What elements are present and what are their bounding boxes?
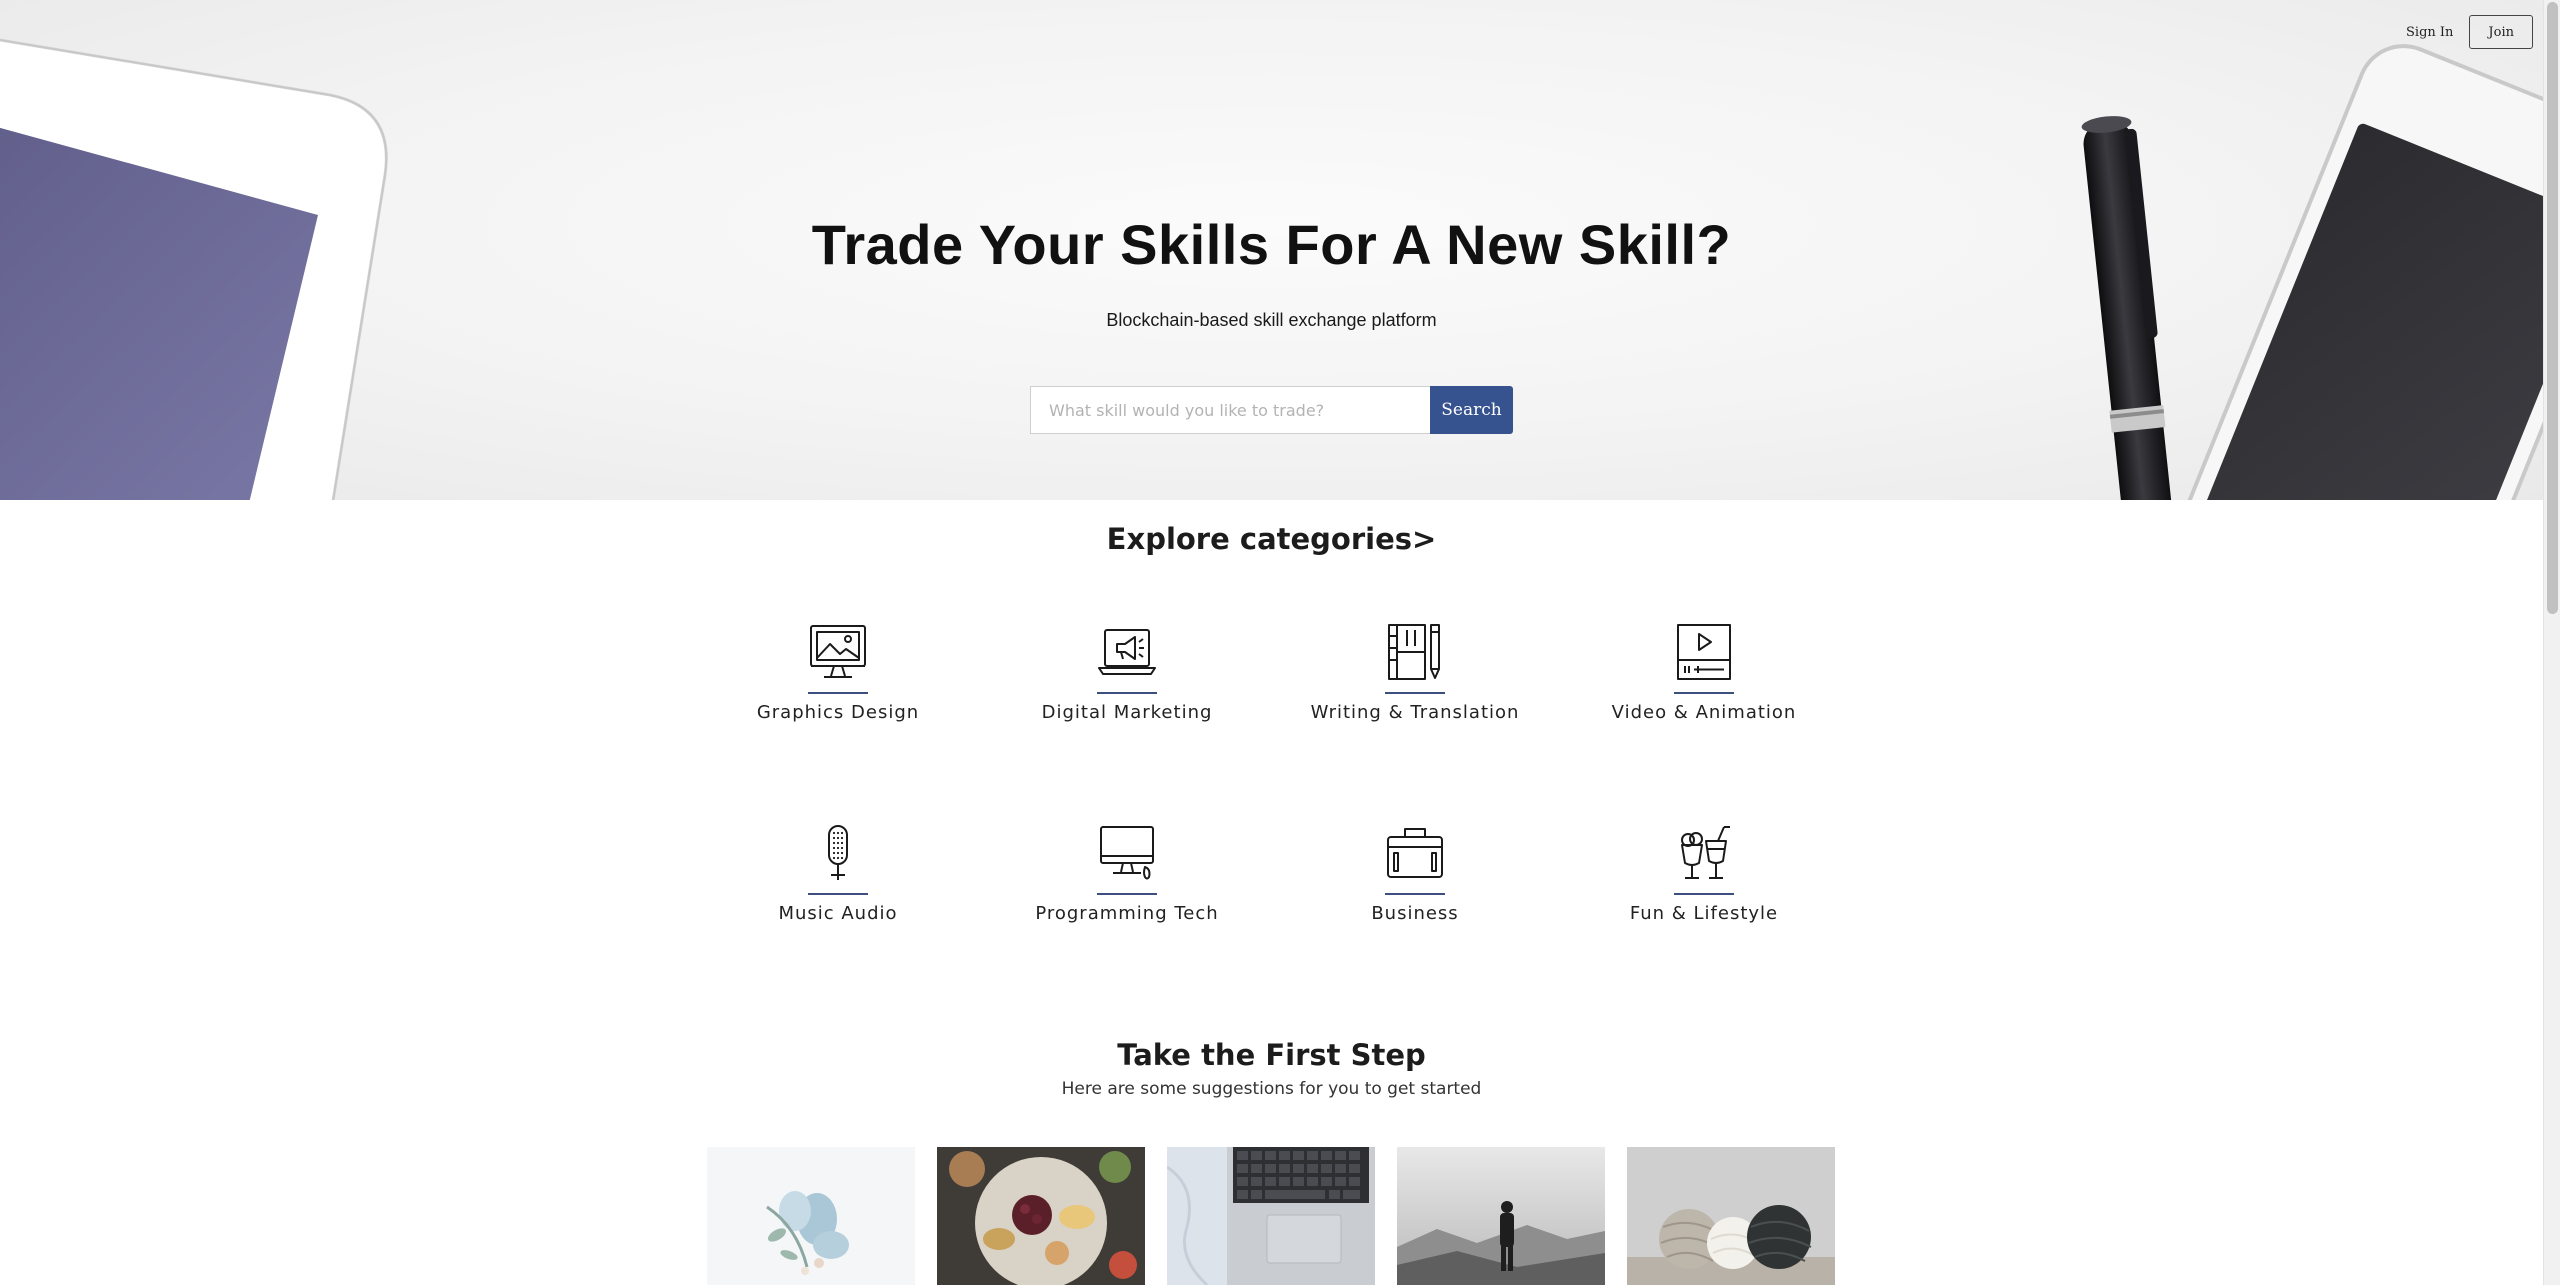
category-underline: [1674, 692, 1734, 694]
explore-categories-title[interactable]: Explore categories>: [0, 522, 2543, 556]
skill-search-input[interactable]: [1030, 386, 1430, 434]
video-player-icon: [1677, 624, 1731, 680]
drinks-icon: [1681, 826, 1730, 879]
category-writing-translation[interactable]: Writing & Translation: [1271, 622, 1559, 723]
food-platter-photo: [937, 1147, 1145, 1285]
category-underline: [808, 893, 868, 895]
category-business[interactable]: Business: [1271, 823, 1559, 924]
search-button[interactable]: Search: [1430, 386, 1513, 434]
briefcase-icon: [1387, 828, 1443, 878]
monitor-image-icon: [810, 625, 866, 678]
suggestion-card-flowers[interactable]: [707, 1147, 915, 1285]
category-fun-lifestyle[interactable]: Fun & Lifestyle: [1560, 823, 1848, 924]
category-music-audio[interactable]: Music Audio: [694, 823, 982, 924]
category-label: Music Audio: [778, 903, 898, 924]
sign-in-link[interactable]: Sign In: [2406, 25, 2453, 40]
join-button[interactable]: Join: [2469, 15, 2533, 49]
category-graphics-design[interactable]: Graphics Design: [694, 622, 982, 723]
category-label: Graphics Design: [756, 702, 920, 723]
first-step-subtitle: Here are some suggestions for you to get…: [1061, 1079, 1482, 1099]
suggestion-card-mountain[interactable]: [1397, 1147, 1605, 1285]
hero-title: Trade Your Skills For A New Skill?: [811, 213, 1732, 276]
laptop-megaphone-icon: [1098, 629, 1156, 675]
notebook-pen-icon: [1388, 624, 1440, 680]
flowers-photo: [707, 1147, 915, 1285]
suggestion-card-yarn[interactable]: [1627, 1147, 1835, 1285]
category-underline: [1097, 893, 1157, 895]
suggestion-card-food[interactable]: [937, 1147, 1145, 1285]
laptop-keyboard-photo: [1167, 1147, 1375, 1285]
mountain-hiker-photo: [1397, 1147, 1605, 1285]
category-label: Digital Marketing: [1041, 702, 1213, 723]
category-label: Programming Tech: [1035, 903, 1219, 924]
hero-subtitle: Blockchain-based skill exchange platform: [1106, 310, 1437, 330]
scrollbar-thumb[interactable]: [2547, 2, 2558, 614]
category-programming-tech[interactable]: Programming Tech: [983, 823, 1271, 924]
suggestion-card-laptop[interactable]: [1167, 1147, 1375, 1285]
category-underline: [1674, 893, 1734, 895]
category-label: Video & Animation: [1611, 702, 1797, 723]
page-scrollbar[interactable]: [2543, 0, 2560, 1285]
first-step-title: Take the First Step: [1117, 1038, 1426, 1072]
microphone-icon: [828, 825, 848, 880]
search-bar: Search: [1030, 386, 1513, 434]
category-underline: [1385, 893, 1445, 895]
category-digital-marketing[interactable]: Digital Marketing: [983, 622, 1271, 723]
category-underline: [808, 692, 868, 694]
category-video-animation[interactable]: Video & Animation: [1560, 622, 1848, 723]
category-underline: [1385, 692, 1445, 694]
top-nav: Sign In Join: [2406, 15, 2533, 49]
yarn-balls-photo: [1627, 1147, 1835, 1285]
hero-section: Sign In Join Trade Your Skills For A New…: [0, 0, 2543, 500]
desktop-computer-icon: [1100, 826, 1154, 880]
category-label: Writing & Translation: [1310, 702, 1520, 723]
category-label: Business: [1371, 903, 1459, 924]
category-underline: [1097, 692, 1157, 694]
category-label: Fun & Lifestyle: [1629, 903, 1779, 924]
